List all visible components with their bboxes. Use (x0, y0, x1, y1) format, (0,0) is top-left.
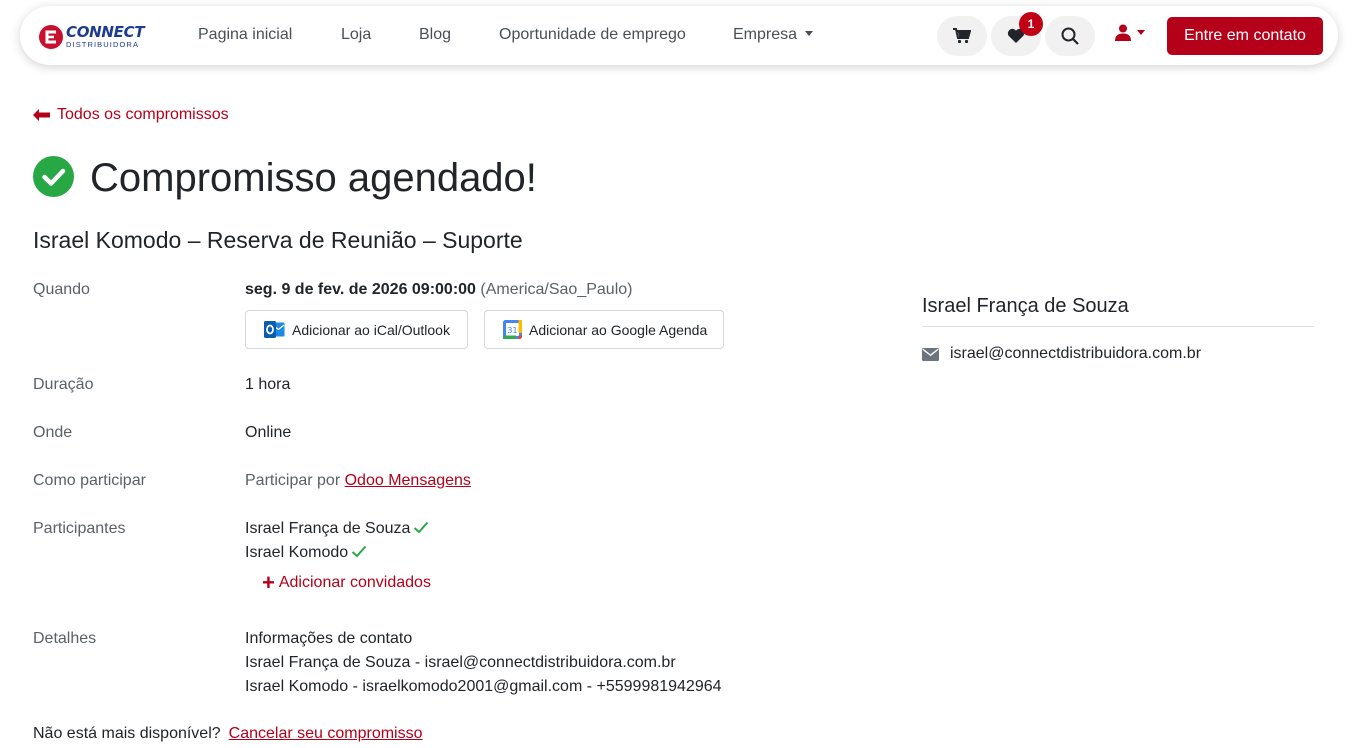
nav-home[interactable]: Pagina inicial (198, 25, 292, 45)
back-to-appointments-link[interactable]: Todos os compromissos (33, 106, 229, 124)
location-value: Online (245, 424, 292, 441)
envelope-icon (922, 347, 939, 361)
duration-value: 1 hora (245, 376, 291, 393)
chevron-down-icon (805, 30, 814, 36)
page-title: Compromisso agendado! (90, 156, 537, 200)
wishlist-count-badge: 1 (1019, 12, 1043, 36)
cart-button[interactable] (937, 16, 987, 56)
event-timezone: (America/Sao_Paulo) (480, 281, 633, 298)
attendees-label: Participantes (33, 520, 126, 537)
contact-us-button[interactable]: Entre em contato (1167, 17, 1323, 55)
details-line: Israel Komodo - israelkomodo2001@gmail.c… (245, 678, 722, 695)
brand-logo[interactable]: CONNECT DISTRIBUIDORA (38, 24, 150, 50)
google-calendar-icon: 31 (503, 320, 522, 339)
details-line: Israel França de Souza - israel@connectd… (245, 654, 676, 671)
chevron-down-icon (1137, 30, 1145, 35)
how-to-join-label: Como participar (33, 472, 146, 489)
organizer-email[interactable]: israel@connectdistribuidora.com.br (922, 345, 1201, 363)
user-icon (1115, 24, 1131, 41)
attendee-item: Israel Komodo (245, 543, 367, 563)
add-to-google-calendar-button[interactable]: 31 Adicionar ao Google Agenda (484, 310, 724, 349)
when-value: seg. 9 de fev. de 2026 09:00:00 (America… (245, 280, 632, 300)
cancel-row: Não está mais disponível? Cancelar seu co… (33, 724, 423, 744)
user-menu-dropdown[interactable] (1115, 24, 1145, 41)
outlook-icon (264, 321, 285, 338)
logo-wordmark: CONNECT (66, 23, 145, 42)
top-navbar: CONNECT DISTRIBUIDORA Pagina inicial Loj… (20, 6, 1338, 65)
svg-text:31: 31 (507, 326, 517, 335)
plus-icon: + (262, 570, 275, 595)
organizer-name: Israel França de Souza (922, 295, 1129, 317)
cancel-appointment-link[interactable]: Cancelar seu compromisso (229, 725, 423, 742)
logo-subtitle: DISTRIBUIDORA (66, 40, 140, 50)
nav-company-dropdown[interactable]: Empresa (733, 25, 814, 45)
details-label: Detalhes (33, 630, 97, 647)
details-line: Informações de contato (245, 630, 413, 647)
duration-label: Duração (33, 376, 94, 393)
add-guests-link[interactable]: + Adicionar convidados (262, 570, 431, 595)
event-datetime: seg. 9 de fev. de 2026 09:00:00 (245, 281, 476, 298)
cancel-question: Não está mais disponível? (33, 725, 221, 742)
cart-icon (953, 28, 971, 44)
nav-shop[interactable]: Loja (341, 25, 371, 45)
attendee-item: Israel França de Souza (245, 519, 429, 539)
when-label: Quando (33, 281, 90, 298)
nav-jobs[interactable]: Oportunidade de emprego (499, 25, 686, 45)
odoo-messages-link[interactable]: Odoo Mensagens (345, 472, 471, 489)
check-icon (414, 521, 429, 534)
location-label: Onde (33, 424, 73, 441)
check-icon (352, 545, 367, 558)
search-button[interactable] (1045, 16, 1095, 56)
arrow-left-icon (33, 109, 50, 121)
search-icon (1061, 27, 1079, 45)
logo-mark-icon (39, 25, 63, 49)
event-name: Israel Komodo – Reserva de Reunião – Sup… (33, 227, 523, 253)
add-to-ical-button[interactable]: Adicionar ao iCal/Outlook (245, 310, 468, 349)
how-to-join-value: Participar por Odoo Mensagens (245, 472, 471, 489)
nav-blog[interactable]: Blog (419, 25, 451, 45)
organizer-divider (922, 326, 1314, 327)
success-check-icon (33, 156, 74, 197)
